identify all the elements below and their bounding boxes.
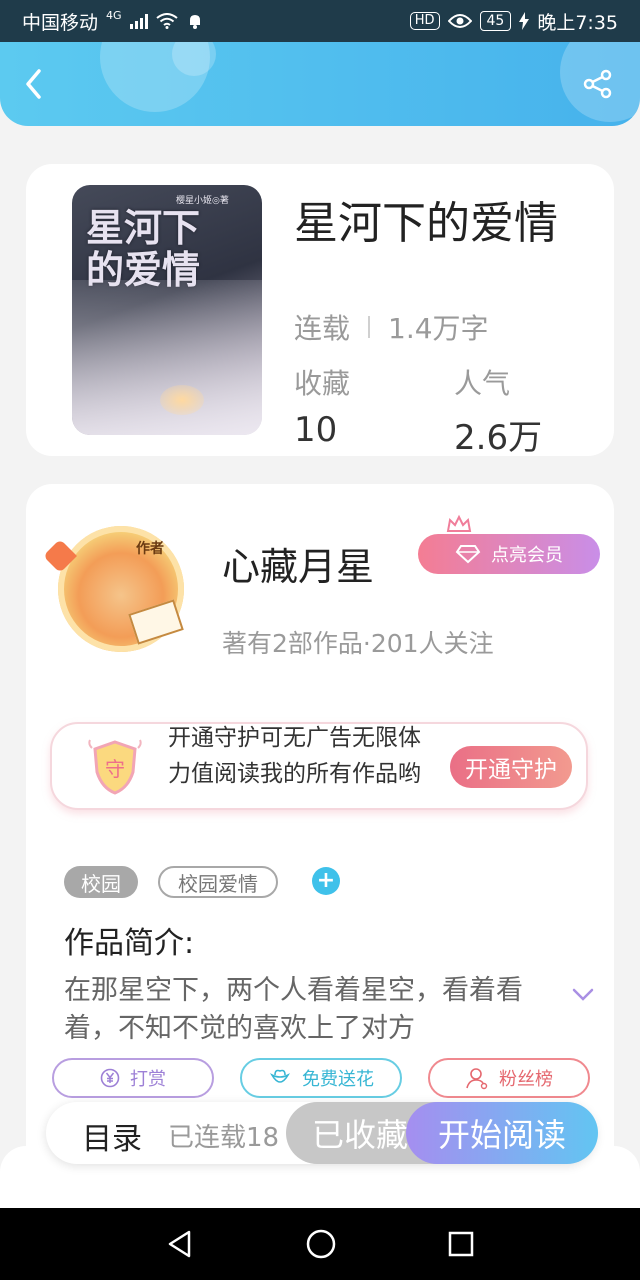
book-status-row: 连载 1.4万字	[294, 307, 489, 347]
intro-title: 作品简介:	[64, 926, 195, 961]
reward-label: 打赏	[130, 1069, 166, 1090]
diamond-icon	[455, 545, 481, 564]
author-stats: 著有2部作品·201人关注	[222, 629, 494, 658]
guard-banner[interactable]: 守 开通守护可无广告无限体力值阅读我的所有作品哟~ 开通守护	[50, 722, 588, 810]
recents-nav-icon[interactable]	[447, 1230, 475, 1258]
clock: 晚上7:35	[537, 11, 618, 34]
chevron-down-icon[interactable]	[572, 988, 594, 1002]
book-cover[interactable]: 樱星小姬◎著 星河下 的爱情	[72, 185, 262, 435]
book-title: 星河下的爱情	[294, 198, 558, 249]
battery-level: 45	[479, 11, 512, 31]
guard-description: 开通守护可无广告无限体力值阅读我的所有作品哟~	[168, 725, 421, 804]
author-tag: 作者	[136, 541, 164, 557]
user-icon	[466, 1068, 488, 1090]
plus-icon: +	[316, 868, 336, 893]
divider	[368, 316, 371, 338]
yen-icon	[100, 1068, 120, 1088]
charging-icon	[519, 12, 530, 30]
fan-ranking-button[interactable]: 粉丝榜	[428, 1058, 590, 1098]
vip-button[interactable]: 点亮会员	[418, 534, 600, 574]
system-navigation-bar	[0, 1208, 640, 1280]
reward-button[interactable]: 打赏	[52, 1058, 214, 1098]
cover-glow	[160, 385, 204, 415]
start-reading-button[interactable]: 开始阅读	[406, 1102, 598, 1164]
send-flower-button[interactable]: 免费送花	[240, 1058, 402, 1098]
share-button[interactable]	[578, 64, 618, 104]
intro-text: 在那星空下，两个人看着星空，看着看着，不知不觉的喜欢上了对方	[64, 975, 523, 1044]
shield-label: 守	[105, 757, 125, 781]
signal-icon	[129, 13, 148, 29]
crown-icon	[446, 514, 472, 532]
cover-illustration	[72, 280, 262, 435]
vip-label: 点亮会员	[491, 545, 563, 566]
tag-campus[interactable]: 校园	[64, 866, 138, 898]
flower-icon	[269, 1069, 291, 1083]
tag-campus-romance[interactable]: 校园爱情	[158, 866, 278, 898]
table-of-contents-button[interactable]: 目录	[82, 1114, 142, 1158]
activate-guard-button[interactable]: 开通守护	[450, 746, 572, 788]
fan-ranking-label: 粉丝榜	[499, 1069, 553, 1090]
back-nav-icon[interactable]	[165, 1229, 195, 1259]
status-bar: 中国移动 4G HD 45 晚上7:35	[0, 0, 640, 42]
home-nav-icon[interactable]	[305, 1228, 337, 1260]
add-tag-button[interactable]: +	[312, 867, 340, 895]
author-card: 作者 心藏月星 点亮会员 著有2部作品·201人关注 守 开通守护可无广告无限体…	[26, 484, 614, 1184]
chapter-status: 已连载18	[168, 1123, 280, 1153]
word-count: 1.4万字	[388, 312, 489, 345]
favorites-label: 收藏	[294, 367, 351, 400]
author-avatar[interactable]: 作者	[40, 520, 210, 670]
eye-icon	[447, 14, 472, 28]
network-label: 4G	[106, 8, 122, 22]
shield-icon: 守	[88, 739, 142, 795]
cover-title-line-1: 星河下	[86, 205, 201, 250]
wifi-icon	[155, 13, 178, 29]
author-name[interactable]: 心藏月星	[222, 536, 374, 591]
top-header	[0, 42, 640, 126]
favorites-value: 10	[294, 410, 338, 450]
share-icon	[583, 69, 612, 99]
serial-status: 连载	[294, 312, 351, 345]
book-info-card: 樱星小姬◎著 星河下 的爱情 星河下的爱情 连载 1.4万字 收藏 10 人气 …	[26, 164, 614, 458]
send-flower-label: 免费送花	[302, 1069, 374, 1090]
cover-title: 星河下 的爱情	[86, 207, 200, 291]
carrier-label: 中国移动	[22, 11, 99, 34]
popularity-value: 2.6万	[454, 418, 543, 458]
hd-badge: HD	[409, 12, 440, 30]
chevron-left-icon	[26, 69, 41, 99]
notification-bell-icon	[189, 15, 200, 29]
back-button[interactable]	[14, 64, 54, 104]
popularity-label: 人气	[454, 367, 511, 400]
